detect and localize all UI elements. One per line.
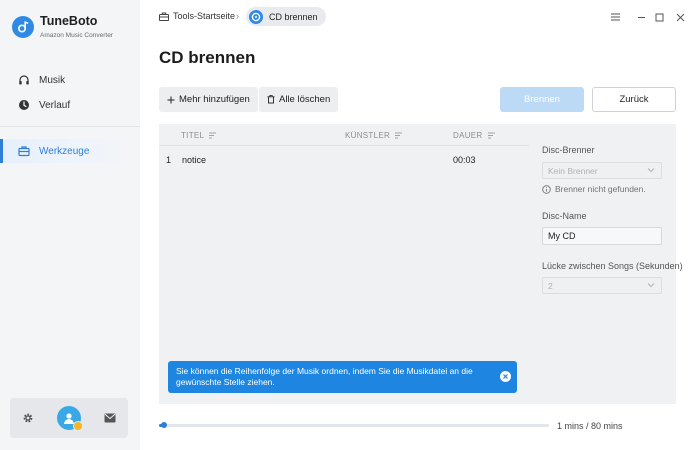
sort-icon	[395, 132, 403, 139]
maximize-icon[interactable]	[652, 10, 666, 24]
app-logo-icon	[12, 15, 34, 38]
chevron-right-icon: ›	[236, 11, 239, 21]
chevron-down-icon	[647, 167, 655, 173]
minimize-icon[interactable]	[634, 10, 648, 24]
burn-button[interactable]: Brennen	[500, 87, 584, 112]
burner-select[interactable]: Kein Brenner	[542, 162, 662, 179]
gear-icon[interactable]	[22, 412, 34, 424]
chevron-down-icon	[647, 282, 655, 288]
burner-info: Brenner nicht gefunden.	[542, 184, 646, 194]
sidebar-item-werkzeuge[interactable]: Werkzeuge	[0, 139, 132, 163]
app-name: TuneBoto	[40, 14, 98, 28]
hint-toast-message: Sie können die Reihenfolge der Musik ord…	[176, 366, 473, 387]
back-button[interactable]: Zurück	[592, 87, 676, 112]
row-index: 1	[166, 155, 172, 165]
breadcrumb-home[interactable]: Tools-Startseite	[159, 11, 235, 21]
mail-icon[interactable]	[104, 413, 116, 423]
column-header-label: KÜNSTLER	[345, 131, 391, 140]
trash-icon	[267, 95, 275, 104]
burner-select-value: Kein Brenner	[548, 165, 598, 176]
breadcrumb-home-label: Tools-Startseite	[173, 11, 236, 21]
add-more-button[interactable]: Mehr hinzufügen	[159, 87, 258, 112]
sidebar-item-label: Verlauf	[39, 99, 71, 111]
column-header-title[interactable]: TITEL	[181, 131, 217, 140]
avatar-badge	[72, 421, 83, 431]
user-avatar-icon[interactable]	[56, 406, 83, 431]
disc-icon	[249, 9, 263, 24]
sort-icon	[487, 132, 495, 139]
page-title: CD brennen	[159, 48, 256, 67]
clock-icon	[18, 99, 30, 111]
close-icon[interactable]	[673, 10, 687, 24]
sidebar-item-label: Musik	[39, 74, 66, 86]
menu-icon[interactable]	[608, 10, 622, 24]
row-duration: 00:03	[453, 155, 476, 165]
sidebar-bottom-bar	[10, 398, 128, 438]
capacity-text: 1 mins / 80 mins	[557, 421, 623, 431]
burner-info-text: Brenner nicht gefunden.	[555, 184, 646, 194]
column-header-label: TITEL	[181, 131, 205, 140]
sidebar-item-verlauf[interactable]: Verlauf	[0, 93, 132, 117]
clear-all-label: Alle löschen	[279, 94, 331, 105]
table-header-divider	[159, 145, 529, 146]
column-header-artist[interactable]: KÜNSTLER	[345, 131, 403, 140]
row-title: notice	[182, 155, 207, 165]
gap-label: Lücke zwischen Songs (Sekunden)	[542, 261, 683, 271]
capacity-progress-knob	[160, 422, 167, 428]
brand: TuneBoto Amazon Music Converter	[12, 14, 113, 39]
sidebar-item-musik[interactable]: Musik	[0, 68, 132, 92]
sidebar: TuneBoto Amazon Music Converter Musik Ve…	[0, 0, 140, 450]
toolbox-icon	[18, 145, 30, 157]
app-subtitle: Amazon Music Converter	[40, 32, 113, 39]
sort-icon	[209, 132, 217, 139]
add-more-label: Mehr hinzufügen	[179, 94, 250, 105]
column-header-duration[interactable]: DAUER	[453, 131, 495, 140]
disc-name-label: Disc-Name	[542, 211, 587, 221]
breadcrumb-current: CD brennen	[246, 7, 326, 26]
top-bar: Tools-Startseite › CD brennen	[140, 0, 700, 34]
sidebar-item-label: Werkzeuge	[39, 145, 90, 157]
hint-toast: Sie können die Reihenfolge der Musik ord…	[168, 361, 517, 393]
disc-name-input[interactable]	[542, 227, 662, 245]
toolbox-icon	[159, 12, 169, 21]
close-icon[interactable]	[500, 371, 511, 382]
capacity-progress-bar	[159, 424, 549, 427]
gap-select-value: 2	[548, 280, 553, 291]
headphones-icon	[18, 74, 30, 86]
sidebar-divider	[0, 126, 140, 127]
clear-all-button[interactable]: Alle löschen	[259, 87, 339, 112]
gap-select[interactable]: 2	[542, 277, 662, 294]
column-header-label: DAUER	[453, 131, 483, 140]
info-icon	[542, 184, 551, 194]
plus-icon	[167, 96, 175, 104]
burner-label: Disc-Brenner	[542, 145, 595, 155]
breadcrumb-current-label: CD brennen	[269, 11, 318, 22]
